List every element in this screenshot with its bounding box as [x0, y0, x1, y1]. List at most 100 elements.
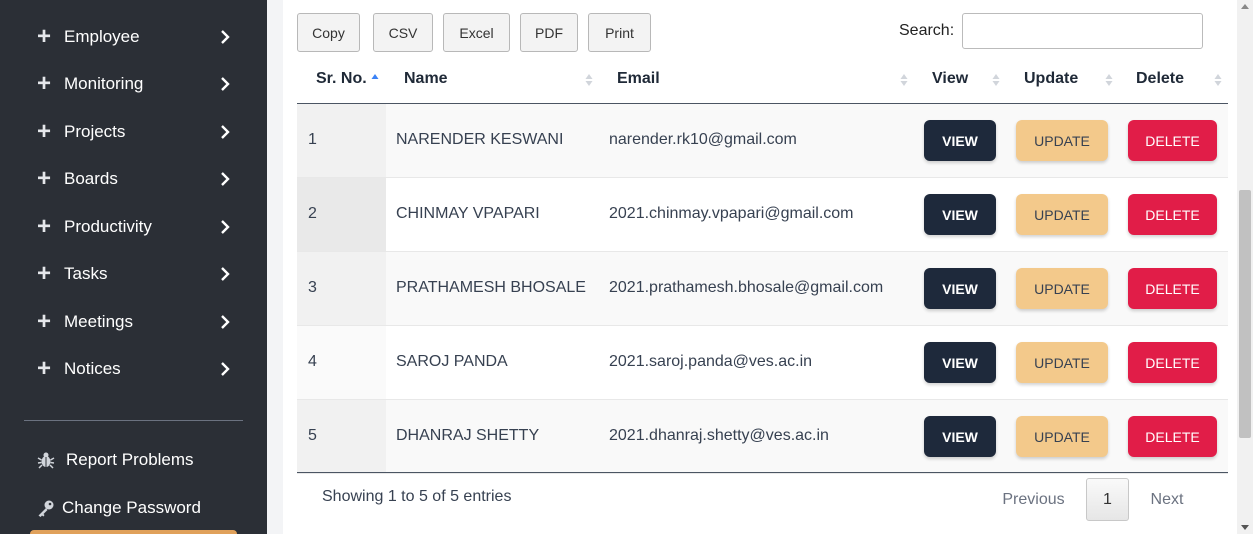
chevron-right-icon [221, 77, 230, 91]
excel-button[interactable]: Excel [443, 13, 510, 52]
sr-no-cell: 5 [308, 427, 317, 444]
search-input[interactable] [962, 13, 1203, 49]
update-button[interactable]: UPDATE [1016, 416, 1108, 457]
sidebar-item-label: Productivity [64, 217, 152, 236]
view-button[interactable]: VIEW [924, 268, 996, 309]
delete-button[interactable]: DELETE [1128, 194, 1217, 235]
change-password-link[interactable]: Change Password [0, 490, 267, 526]
view-button[interactable]: VIEW [924, 342, 996, 383]
plus-icon: + [37, 213, 52, 240]
main-content: Copy CSV Excel PDF Print Search: Sr. No.… [267, 0, 1237, 534]
sr-no-cell: 4 [308, 353, 317, 370]
sort-icon [900, 74, 908, 86]
plus-icon: + [37, 308, 52, 335]
pagination-next[interactable]: Next [1134, 478, 1200, 521]
column-header-email[interactable]: Email [617, 70, 660, 88]
plus-icon: + [37, 23, 52, 50]
table-row: 5 DHANRAJ SHETTY 2021.dhanraj.shetty@ves… [297, 400, 1228, 474]
delete-button[interactable]: DELETE [1128, 268, 1217, 309]
sidebar: + Employee + Monitoring + Projects + Boa… [0, 0, 267, 534]
column-header-name[interactable]: Name [404, 70, 448, 88]
pdf-button[interactable]: PDF [520, 13, 578, 52]
sidebar-item-label: Projects [64, 122, 126, 141]
column-header-view[interactable]: View [932, 70, 968, 88]
sidebar-active-accent [30, 530, 237, 534]
scroll-up-arrow-icon[interactable] [1241, 4, 1249, 9]
update-button[interactable]: UPDATE [1016, 342, 1108, 383]
chevron-right-icon [221, 125, 230, 139]
sidebar-item-notices[interactable]: + Notices [0, 349, 267, 389]
update-button[interactable]: UPDATE [1016, 194, 1108, 235]
sort-icon [1214, 74, 1222, 86]
update-button[interactable]: UPDATE [1016, 120, 1108, 161]
sort-asc-icon [371, 74, 379, 79]
sidebar-item-label: Notices [64, 359, 121, 378]
sidebar-item-projects[interactable]: + Projects [0, 112, 267, 152]
key-icon [38, 500, 54, 517]
column-header-update[interactable]: Update [1024, 70, 1078, 88]
table-row: 1 NARENDER KESWANI narender.rk10@gmail.c… [297, 104, 1228, 178]
sidebar-item-monitoring[interactable]: + Monitoring [0, 64, 267, 104]
report-problems-label: Report Problems [66, 450, 194, 469]
email-cell: 2021.prathamesh.bhosale@gmail.com [609, 279, 884, 296]
sidebar-divider [24, 420, 243, 421]
table-card: Copy CSV Excel PDF Print Search: Sr. No.… [283, 0, 1237, 534]
pagination-page-1[interactable]: 1 [1086, 478, 1129, 521]
name-cell: DHANRAJ SHETTY [396, 427, 540, 444]
view-button[interactable]: VIEW [924, 120, 996, 161]
print-button[interactable]: Print [588, 13, 651, 52]
copy-button[interactable]: Copy [297, 13, 360, 52]
email-cell: 2021.chinmay.vpapari@gmail.com [609, 205, 854, 222]
sidebar-item-productivity[interactable]: + Productivity [0, 207, 267, 247]
update-button[interactable]: UPDATE [1016, 268, 1108, 309]
sr-no-cell: 2 [308, 205, 317, 222]
sort-icon [585, 74, 593, 86]
email-cell: 2021.dhanraj.shetty@ves.ac.in [609, 427, 829, 444]
sort-icon [1105, 74, 1113, 86]
footer-divider [297, 472, 1228, 473]
sidebar-item-tasks[interactable]: + Tasks [0, 254, 267, 294]
chevron-right-icon [221, 315, 230, 329]
change-password-label: Change Password [62, 498, 201, 517]
sidebar-item-meetings[interactable]: + Meetings [0, 302, 267, 342]
sidebar-item-label: Meetings [64, 312, 133, 331]
plus-icon: + [37, 118, 52, 145]
search-label: Search: [899, 22, 955, 39]
table-row: 4 SAROJ PANDA 2021.saroj.panda@ves.ac.in… [297, 326, 1228, 400]
report-problems-link[interactable]: Report Problems [0, 442, 267, 478]
name-cell: NARENDER KESWANI [396, 131, 564, 148]
page-scrollbar[interactable] [1237, 0, 1253, 534]
entries-info: Showing 1 to 5 of 5 entries [322, 488, 512, 505]
email-cell: 2021.saroj.panda@ves.ac.in [609, 353, 813, 370]
scroll-down-arrow-icon[interactable] [1241, 525, 1249, 530]
view-button[interactable]: VIEW [924, 416, 996, 457]
sort-icon [992, 74, 1000, 86]
plus-icon: + [37, 260, 52, 287]
column-header-sr-no[interactable]: Sr. No. [316, 70, 367, 88]
name-cell: PRATHAMESH BHOSALE [396, 279, 586, 296]
table-row: 2 CHINMAY VPAPARI 2021.chinmay.vpapari@g… [297, 178, 1228, 252]
plus-icon: + [37, 70, 52, 97]
chevron-right-icon [221, 362, 230, 376]
chevron-right-icon [221, 30, 230, 44]
plus-icon: + [37, 165, 52, 192]
column-header-delete[interactable]: Delete [1136, 70, 1184, 88]
csv-button[interactable]: CSV [373, 13, 433, 52]
name-cell: SAROJ PANDA [396, 353, 508, 370]
bug-icon [37, 452, 55, 469]
sidebar-item-employee[interactable]: + Employee [0, 17, 267, 57]
delete-button[interactable]: DELETE [1128, 342, 1217, 383]
view-button[interactable]: VIEW [924, 194, 996, 235]
chevron-right-icon [221, 267, 230, 281]
scroll-thumb[interactable] [1239, 190, 1251, 438]
sidebar-item-label: Boards [64, 169, 118, 188]
sidebar-item-label: Tasks [64, 264, 108, 283]
sidebar-item-boards[interactable]: + Boards [0, 159, 267, 199]
sidebar-item-label: Employee [64, 27, 140, 46]
delete-button[interactable]: DELETE [1128, 120, 1217, 161]
name-cell: CHINMAY VPAPARI [396, 205, 540, 222]
pagination-previous[interactable]: Previous [987, 478, 1080, 521]
delete-button[interactable]: DELETE [1128, 416, 1217, 457]
email-cell: narender.rk10@gmail.com [609, 131, 797, 148]
sr-no-cell: 3 [308, 279, 317, 296]
